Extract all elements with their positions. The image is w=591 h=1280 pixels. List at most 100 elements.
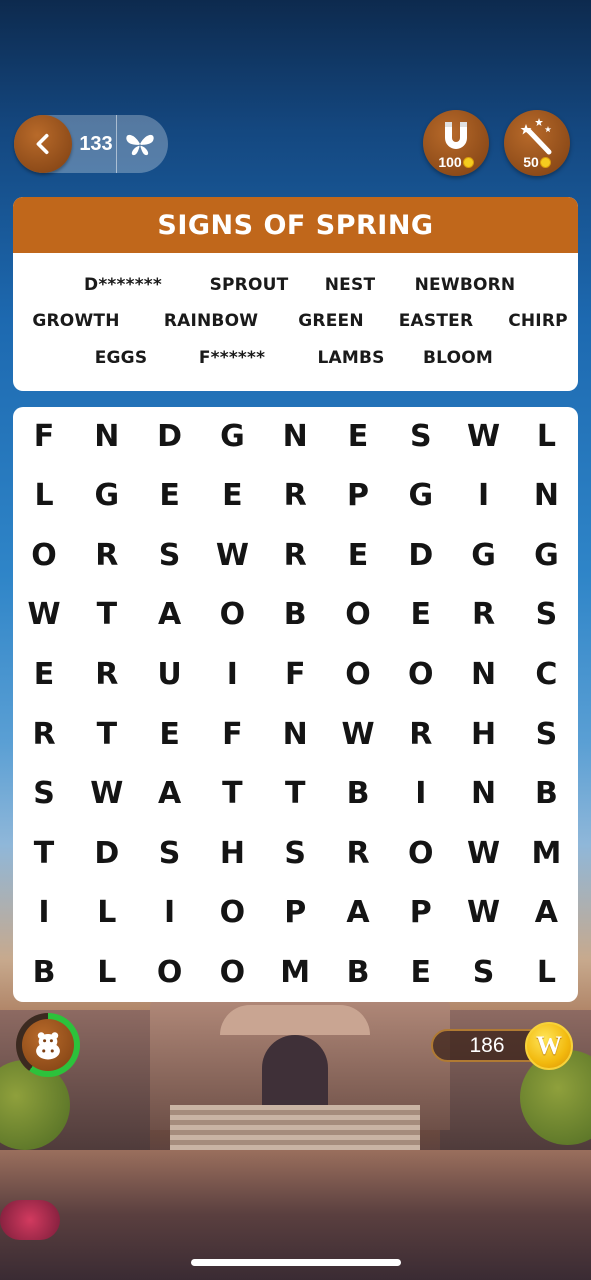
grid-cell[interactable]: D: [393, 527, 449, 583]
grid-cell[interactable]: W: [456, 825, 512, 881]
grid-cell[interactable]: L: [79, 885, 135, 941]
grid-cell[interactable]: E: [16, 646, 72, 702]
grid-cell[interactable]: I: [393, 766, 449, 822]
grid-cell[interactable]: L: [518, 944, 574, 1000]
grid-cell[interactable]: T: [79, 587, 135, 643]
grid-cell[interactable]: S: [267, 825, 323, 881]
grid-cell[interactable]: O: [204, 944, 260, 1000]
grid-cell[interactable]: R: [456, 587, 512, 643]
grid-cell[interactable]: D: [79, 825, 135, 881]
grid-cell[interactable]: H: [456, 706, 512, 762]
grid-cell[interactable]: A: [330, 885, 386, 941]
grid-cell[interactable]: F: [16, 408, 72, 464]
grid-cell[interactable]: S: [518, 706, 574, 762]
grid-cell[interactable]: G: [204, 408, 260, 464]
grid-cell[interactable]: S: [142, 825, 198, 881]
grid-cell[interactable]: P: [393, 885, 449, 941]
grid-cell[interactable]: P: [267, 885, 323, 941]
grid-cell[interactable]: F: [267, 646, 323, 702]
grid-cell[interactable]: N: [456, 766, 512, 822]
letter-grid[interactable]: FNDGNESWLLGEERPGINORSWREDGGWTAOBOERSERUI…: [13, 407, 578, 1002]
grid-cell[interactable]: G: [518, 527, 574, 583]
grid-cell[interactable]: S: [456, 944, 512, 1000]
grid-cell[interactable]: S: [142, 527, 198, 583]
grid-cell[interactable]: O: [142, 944, 198, 1000]
grid-cell[interactable]: T: [79, 706, 135, 762]
grid-cell[interactable]: W: [456, 408, 512, 464]
grid-cell[interactable]: T: [16, 825, 72, 881]
grid-cell[interactable]: E: [393, 587, 449, 643]
grid-cell[interactable]: O: [204, 587, 260, 643]
grid-cell[interactable]: E: [330, 527, 386, 583]
grid-cell[interactable]: N: [79, 408, 135, 464]
grid-cell[interactable]: R: [267, 468, 323, 524]
grid-cell[interactable]: R: [393, 706, 449, 762]
grid-cell[interactable]: B: [16, 944, 72, 1000]
grid-cell[interactable]: W: [16, 587, 72, 643]
wand-booster-button[interactable]: 50: [504, 110, 570, 176]
grid-cell[interactable]: E: [142, 468, 198, 524]
grid-cell[interactable]: G: [393, 468, 449, 524]
grid-cell[interactable]: R: [79, 646, 135, 702]
grid-cell[interactable]: E: [393, 944, 449, 1000]
grid-cell[interactable]: D: [142, 408, 198, 464]
grid-cell[interactable]: O: [393, 646, 449, 702]
grid-cell[interactable]: I: [142, 885, 198, 941]
grid-cell[interactable]: B: [330, 944, 386, 1000]
grid-cell[interactable]: I: [204, 646, 260, 702]
grid-cell[interactable]: I: [456, 468, 512, 524]
grid-cell[interactable]: R: [16, 706, 72, 762]
grid-cell[interactable]: O: [393, 825, 449, 881]
grid-cell[interactable]: L: [16, 468, 72, 524]
grid-cell[interactable]: L: [518, 408, 574, 464]
avatar-progress-ring[interactable]: [16, 1013, 80, 1077]
grid-cell[interactable]: W: [330, 706, 386, 762]
grid-cell[interactable]: E: [330, 408, 386, 464]
grid-cell[interactable]: R: [330, 825, 386, 881]
grid-cell[interactable]: A: [142, 766, 198, 822]
grid-cell[interactable]: M: [518, 825, 574, 881]
grid-cell[interactable]: O: [330, 587, 386, 643]
coin-icon[interactable]: W: [525, 1022, 573, 1070]
grid-cell[interactable]: O: [204, 885, 260, 941]
grid-cell[interactable]: T: [204, 766, 260, 822]
word-item: RAINBOW: [163, 311, 259, 331]
grid-cell[interactable]: A: [142, 587, 198, 643]
grid-cell[interactable]: S: [393, 408, 449, 464]
grid-cell[interactable]: P: [330, 468, 386, 524]
grid-cell[interactable]: F: [204, 706, 260, 762]
grid-cell[interactable]: B: [330, 766, 386, 822]
grid-cell[interactable]: B: [518, 766, 574, 822]
grid-cell[interactable]: W: [456, 885, 512, 941]
grid-cell[interactable]: G: [79, 468, 135, 524]
grid-cell[interactable]: R: [79, 527, 135, 583]
grid-cell[interactable]: A: [518, 885, 574, 941]
grid-cell[interactable]: N: [456, 646, 512, 702]
grid-cell[interactable]: M: [267, 944, 323, 1000]
grid-cell[interactable]: N: [518, 468, 574, 524]
grid-cell[interactable]: C: [518, 646, 574, 702]
back-button[interactable]: [14, 115, 72, 173]
grid-cell[interactable]: N: [267, 408, 323, 464]
grid-cell[interactable]: B: [267, 587, 323, 643]
grid-cell[interactable]: T: [267, 766, 323, 822]
grid-cell[interactable]: R: [267, 527, 323, 583]
grid-cell[interactable]: E: [204, 468, 260, 524]
grid-cell[interactable]: E: [142, 706, 198, 762]
grid-cell[interactable]: O: [330, 646, 386, 702]
grid-cell[interactable]: S: [518, 587, 574, 643]
magnet-booster-button[interactable]: 100: [423, 110, 489, 176]
grid-cell[interactable]: O: [16, 527, 72, 583]
coin-icon: [539, 157, 551, 168]
grid-cell[interactable]: U: [142, 646, 198, 702]
grid-cell[interactable]: S: [16, 766, 72, 822]
grid-cell[interactable]: H: [204, 825, 260, 881]
grid-cell[interactable]: G: [456, 527, 512, 583]
chevron-left-icon: [36, 133, 49, 155]
grid-cell[interactable]: I: [16, 885, 72, 941]
butterfly-icon[interactable]: [122, 127, 158, 161]
grid-cell[interactable]: L: [79, 944, 135, 1000]
grid-cell[interactable]: N: [267, 706, 323, 762]
grid-cell[interactable]: W: [204, 527, 260, 583]
grid-cell[interactable]: W: [79, 766, 135, 822]
